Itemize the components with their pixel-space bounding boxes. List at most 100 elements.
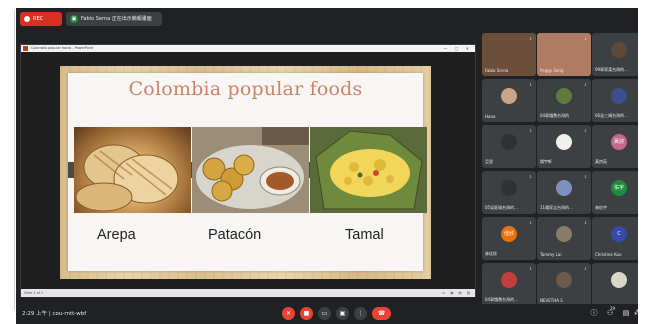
chat-button[interactable]: ▤ bbox=[620, 307, 632, 320]
meeting-info: 2:29 上午 | cou-rntt-wbf bbox=[22, 304, 86, 324]
participant-avatar bbox=[501, 134, 517, 150]
patacon-drawing bbox=[192, 127, 309, 213]
participant-name: 楊宇軒 bbox=[540, 159, 552, 164]
mic-muted-icon: ⸸ bbox=[529, 174, 532, 179]
participant-avatar bbox=[556, 272, 572, 288]
participant-tile[interactable]: ⸸ Peggy Song bbox=[537, 33, 591, 76]
slide-title: Colombia popular foods bbox=[128, 78, 363, 100]
view-buttons[interactable]: ▭ ▦ ▤ ▧ bbox=[442, 289, 472, 297]
powerpoint-titlebar: Colombia popular foods - PowerPoint — ▢ … bbox=[21, 45, 475, 52]
participant-tile[interactable]: ⸸ 楊宇軒 bbox=[537, 125, 591, 168]
participant-avatar: 黃詩 bbox=[611, 134, 627, 150]
participant-name: 04郭韻喬台灣的... bbox=[485, 297, 518, 302]
participant-avatar bbox=[611, 42, 627, 58]
participant-tile[interactable]: ⸸06吳三娟台灣的... bbox=[592, 79, 638, 122]
avatar-initial: 佳欣 bbox=[503, 231, 514, 237]
presentation-slide: Colombia popular foods Arepa Patacón Tam… bbox=[60, 66, 431, 279]
left-divider bbox=[14, 10, 15, 310]
participant-tile[interactable]: C⸸Christine Kuo bbox=[592, 217, 638, 260]
participant-tile[interactable]: 黃詩⸸黃詩茹 bbox=[592, 125, 638, 168]
participant-name: 林佑宇 bbox=[595, 205, 607, 210]
participant-name: 林佳欣 bbox=[485, 251, 497, 256]
participant-name: 11楊家吉台灣的... bbox=[540, 205, 573, 210]
presenter-indicator[interactable]: ▣ Fabio Serna 正在出示簡報畫面 bbox=[66, 12, 162, 26]
participant-name: 黃詩茹 bbox=[595, 159, 607, 164]
hang-up-icon: ☎ bbox=[377, 310, 386, 317]
participant-tile[interactable]: ⸸ bbox=[592, 263, 638, 306]
powerpoint-statusbar: Slide 1 of 1 ▭ ▦ ▤ ▧ bbox=[21, 289, 475, 297]
participant-tile[interactable]: ⸸ Hana bbox=[482, 79, 536, 122]
participant-tile[interactable]: 佳欣 ⸸ 林佳欣 bbox=[482, 217, 536, 260]
info-icon: ⓘ bbox=[590, 309, 598, 317]
meeting-code: cou-rntt-wbf bbox=[52, 311, 87, 317]
avatar-initial: 黃詩 bbox=[613, 139, 624, 145]
participant-avatar: C bbox=[611, 226, 627, 242]
participant-tile[interactable]: ⸸09郭家柔台灣的... bbox=[592, 33, 638, 76]
screenshot-frame: REC ▣ Fabio Serna 正在出示簡報畫面 Colombia popu… bbox=[0, 0, 651, 324]
participant-avatar bbox=[501, 272, 517, 288]
patacon-photo bbox=[192, 127, 309, 213]
participant-tile[interactable]: ⸸ 04郭韻喬台灣的... bbox=[482, 263, 536, 306]
bottom-bar: 2:29 上午 | cou-rntt-wbf ✕ ■ ▭ ▣ ⋮ ☎ ⓘ ⚇ 2… bbox=[16, 304, 638, 324]
more-options-button[interactable]: ⋮ bbox=[354, 307, 367, 320]
present-button[interactable]: ▣ bbox=[336, 307, 349, 320]
mic-muted-icon: ⸸ bbox=[584, 266, 587, 271]
mic-off-button[interactable]: ✕ bbox=[282, 307, 295, 320]
window-title: Colombia popular foods - PowerPoint bbox=[31, 46, 94, 50]
mic-muted-icon: ⸸ bbox=[584, 36, 587, 41]
right-margin bbox=[638, 8, 651, 324]
mic-muted-icon: ⸸ bbox=[529, 82, 532, 87]
meeting-window: REC ▣ Fabio Serna 正在出示簡報畫面 Colombia popu… bbox=[16, 8, 638, 324]
participant-name: 亞里 bbox=[485, 159, 493, 164]
present-screen-icon: ▣ bbox=[70, 15, 78, 23]
participant-tile[interactable]: ⸸ Fabio Serna bbox=[482, 33, 536, 76]
arepa-photo bbox=[74, 127, 191, 213]
participant-name: 04郭韻喬台灣的 bbox=[540, 113, 570, 118]
present-icon: ▣ bbox=[339, 310, 346, 317]
mic-muted-icon: ⸸ bbox=[529, 36, 532, 41]
top-bar: REC ▣ Fabio Serna 正在出示簡報畫面 bbox=[16, 8, 638, 30]
leave-call-button[interactable]: ☎ bbox=[372, 307, 391, 320]
participant-tile[interactable]: ⸸ 亞里 bbox=[482, 125, 536, 168]
participant-tile[interactable]: ⸸ 04郭韻喬台灣的 bbox=[537, 79, 591, 122]
participant-name: 05吳鈺珈台灣的... bbox=[485, 205, 518, 210]
arepa-drawing bbox=[75, 144, 179, 212]
meeting-details-button[interactable]: ⓘ bbox=[588, 307, 600, 320]
presenter-label: Fabio Serna 正在出示簡報畫面 bbox=[81, 16, 152, 22]
participant-tile[interactable]: ⸸ NEVETHA S bbox=[537, 263, 591, 306]
participant-name: 09郭家柔台灣的... bbox=[595, 67, 628, 72]
food-label-patacon: Patacón bbox=[208, 227, 262, 243]
participant-name: Peggy Song bbox=[540, 68, 564, 73]
participant-name: NEVETHA S bbox=[540, 298, 563, 303]
participant-tile[interactable]: ⸸ Tammy Lai bbox=[537, 217, 591, 260]
mic-muted-icon: ⸸ bbox=[529, 220, 532, 225]
food-label-arepa: Arepa bbox=[97, 227, 136, 243]
mic-muted-icon: ⸸ bbox=[529, 128, 532, 133]
mic-muted-icon: ⸸ bbox=[529, 266, 532, 271]
participant-avatar bbox=[501, 88, 517, 104]
captions-icon: ▭ bbox=[321, 310, 328, 317]
participant-tile[interactable]: ⸸ 11楊家吉台灣的... bbox=[537, 171, 591, 214]
recording-indicator[interactable]: REC bbox=[20, 12, 62, 26]
mic-off-icon: ✕ bbox=[285, 310, 292, 317]
participant-name: Fabio Serna bbox=[485, 68, 509, 73]
participant-avatar: 佑宇 bbox=[611, 180, 627, 196]
powerpoint-icon bbox=[23, 46, 28, 51]
food-label-tamal: Tamal bbox=[345, 227, 384, 243]
shared-screen: Colombia popular foods - PowerPoint — ▢ … bbox=[20, 44, 476, 297]
camera-off-button[interactable]: ■ bbox=[300, 307, 313, 320]
participant-avatar bbox=[611, 88, 627, 104]
people-count: 29 bbox=[610, 306, 616, 311]
participant-tile[interactable]: 佑宇⸸林佑宇 bbox=[592, 171, 638, 214]
mic-muted-icon: ⸸ bbox=[584, 220, 587, 225]
recording-label: REC bbox=[33, 16, 44, 22]
window-controls: — ▢ ✕ bbox=[443, 46, 472, 51]
meeting-time: 2:29 上午 bbox=[22, 311, 48, 317]
captions-button[interactable]: ▭ bbox=[318, 307, 331, 320]
participant-avatar bbox=[501, 180, 517, 196]
chat-icon: ▤ bbox=[622, 309, 630, 317]
participant-tile[interactable]: ⸸ 05吳鈺珈台灣的... bbox=[482, 171, 536, 214]
tamal-drawing bbox=[310, 127, 427, 213]
participant-name: Tammy Lai bbox=[540, 252, 562, 257]
mic-muted-icon: ⸸ bbox=[584, 174, 587, 179]
